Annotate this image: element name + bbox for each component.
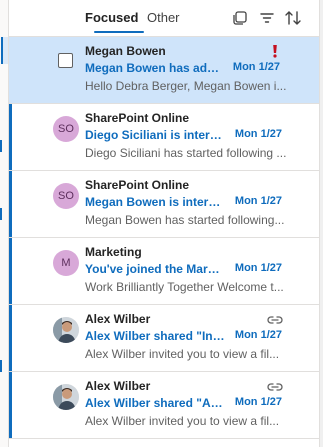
message-preview: Hello Debra Berger, Megan Bowen i... [85, 79, 287, 93]
select-checkbox[interactable] [58, 53, 73, 68]
message-sender: SharePoint Online [85, 111, 190, 125]
message-sender: Megan Bowen [85, 44, 166, 58]
filter-icon[interactable] [257, 8, 277, 28]
rail-selection [1, 37, 8, 64]
rail-mark [0, 360, 2, 372]
message-subject: Alex Wilber shared "Ad ... [85, 396, 225, 410]
message-item[interactable]: Megan Bowen Megan Bowen has adde... Mon … [9, 37, 320, 104]
active-tab-indicator [94, 31, 144, 33]
left-rail [0, 0, 9, 447]
message-item[interactable]: SO SharePoint Online Diego Siciliani is … [9, 104, 320, 171]
tab-other[interactable]: Other [147, 10, 180, 26]
message-subject: You've joined the Marke... [85, 262, 225, 276]
message-list: Megan Bowen Megan Bowen has adde... Mon … [9, 37, 320, 439]
link-icon [267, 313, 283, 325]
message-sender: Marketing [85, 245, 142, 259]
sort-icon[interactable] [283, 8, 303, 28]
message-item[interactable]: M Marketing You've joined the Marke... M… [9, 238, 320, 305]
message-date: Mon 1/27 [234, 329, 282, 341]
rail-mark [0, 208, 2, 220]
link-icon [267, 380, 283, 392]
message-item[interactable]: SO SharePoint Online Megan Bowen is inte… [9, 171, 320, 238]
avatar: M [53, 250, 79, 276]
message-subject: Megan Bowen is interes... [85, 195, 225, 209]
message-subject: Megan Bowen has adde... [85, 61, 225, 75]
message-preview: Alex Wilber invited you to view a fil... [85, 414, 280, 428]
message-subject: Diego Siciliani is interest... [85, 128, 225, 142]
exclamation-icon [270, 43, 280, 59]
avatar: SO [53, 116, 79, 142]
select-all-icon[interactable] [230, 8, 250, 28]
avatar: SO [53, 183, 79, 209]
message-date: Mon 1/27 [232, 61, 280, 73]
scrollbar-track[interactable] [319, 0, 323, 447]
message-date: Mon 1/27 [234, 262, 282, 274]
message-sender: Alex Wilber [85, 379, 151, 393]
message-sender: SharePoint Online [85, 178, 190, 192]
message-preview: Diego Siciliani has started following ..… [85, 146, 287, 160]
message-preview: Megan Bowen has started following... [85, 213, 285, 227]
message-preview: Alex Wilber invited you to view a fil... [85, 347, 280, 361]
message-preview: Work Brilliantly Together Welcome t... [85, 280, 284, 294]
message-date: Mon 1/27 [234, 195, 282, 207]
message-item[interactable]: Alex Wilber Alex Wilber shared "Inc... M… [9, 305, 320, 372]
message-subject: Alex Wilber shared "Inc... [85, 329, 225, 343]
message-date: Mon 1/27 [234, 128, 282, 140]
rail-mark [0, 140, 2, 152]
message-date: Mon 1/27 [234, 396, 282, 408]
message-item[interactable]: Alex Wilber Alex Wilber shared "Ad ... M… [9, 372, 320, 439]
avatar-photo [53, 317, 79, 343]
message-list-header: Focused Other [9, 0, 320, 37]
message-sender: Alex Wilber [85, 312, 151, 326]
avatar-photo [53, 384, 79, 410]
tab-focused[interactable]: Focused [85, 10, 138, 26]
